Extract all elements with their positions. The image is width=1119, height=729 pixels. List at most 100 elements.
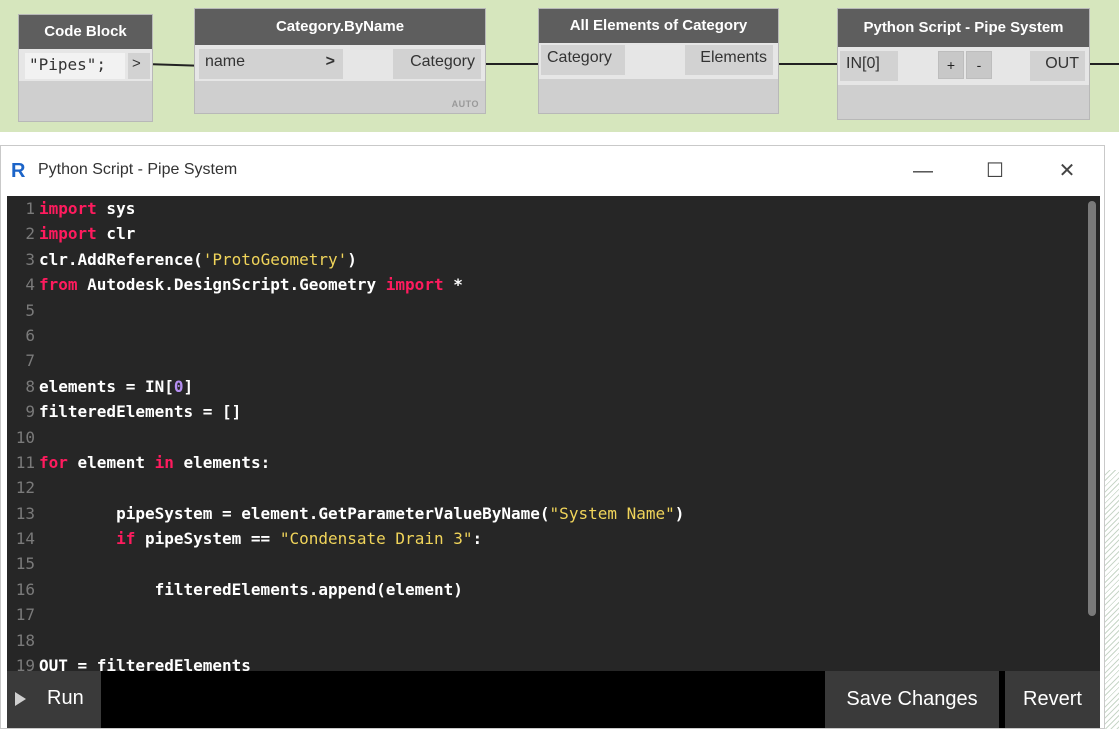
- code-text: filteredElements = []: [39, 399, 241, 424]
- window-title: Python Script - Pipe System: [38, 161, 238, 178]
- code-line[interactable]: 14 if pipeSystem == "Condensate Drain 3"…: [7, 526, 1100, 551]
- code-block-node[interactable]: Code Block "Pipes"; >: [18, 14, 153, 122]
- window-titlebar[interactable]: R Python Script - Pipe System — ☐ ✕: [1, 146, 1104, 196]
- vertical-scrollbar[interactable]: [1088, 201, 1096, 616]
- code-line[interactable]: 1 import sys: [7, 196, 1100, 221]
- maximize-icon[interactable]: ☐: [975, 154, 1015, 188]
- code-token: ]: [183, 376, 194, 396]
- code-token: sys: [96, 199, 136, 218]
- code-line[interactable]: 17: [7, 602, 1100, 627]
- python-editor-window[interactable]: R Python Script - Pipe System — ☐ ✕ 1 imp…: [0, 145, 1105, 729]
- code-text: OUT = filteredElements: [39, 653, 251, 671]
- node-title: Python Script - Pipe System: [838, 9, 1089, 47]
- minimize-icon[interactable]: —: [903, 154, 943, 188]
- code-line[interactable]: 12: [7, 475, 1100, 500]
- in0-input-port[interactable]: IN[0]: [840, 51, 898, 81]
- editor-toolbar: Run Save Changes Revert: [7, 671, 1100, 728]
- line-number: 16: [15, 579, 35, 599]
- line-number: 2: [25, 224, 35, 244]
- code-line[interactable]: 5: [7, 298, 1100, 323]
- all-elements-of-category-node[interactable]: All Elements of Category Category Elemen…: [538, 8, 779, 114]
- category-output-port[interactable]: Category: [393, 49, 481, 79]
- elements-output-port[interactable]: Elements: [685, 45, 773, 75]
- code-editor[interactable]: 1 import sys 2 import clr 3 clr.AddReference(…: [7, 196, 1100, 671]
- code-text: for element in elements:: [39, 450, 270, 475]
- code-token: ): [674, 503, 685, 523]
- name-input-port[interactable]: name >: [199, 49, 343, 79]
- code-line[interactable]: 16 filteredElements.append(element): [7, 577, 1100, 602]
- code-line[interactable]: 9 filteredElements = []: [7, 399, 1100, 424]
- save-changes-button[interactable]: Save Changes: [825, 671, 999, 728]
- line-number: 11: [15, 452, 35, 472]
- background-mesh: [1105, 470, 1119, 729]
- code-text: filteredElements.append(element): [39, 577, 463, 602]
- port-label: name: [205, 53, 246, 70]
- code-lines: 1 import sys 2 import clr 3 clr.AddReference(…: [7, 196, 1100, 671]
- code-block-text[interactable]: "Pipes";: [25, 53, 125, 79]
- wire-codeblock-to-category: [152, 63, 200, 67]
- code-token: in: [154, 452, 174, 472]
- code-token: OUT = filteredElements: [39, 656, 251, 671]
- run-label: Run: [47, 687, 84, 709]
- node-footer: [838, 85, 1089, 119]
- out-output-port[interactable]: OUT: [1030, 51, 1085, 81]
- code-line[interactable]: 2 import clr: [7, 221, 1100, 246]
- code-text: from Autodesk.DesignScript.Geometry impo…: [39, 272, 463, 297]
- play-icon: [15, 692, 26, 706]
- code-text: elements = IN[0]: [39, 374, 193, 399]
- code-token: pipeSystem ==: [135, 529, 280, 549]
- code-token: elements:: [173, 452, 271, 472]
- code-line[interactable]: 11 for element in elements:: [7, 450, 1100, 475]
- code-token: filteredElements = []: [39, 402, 242, 422]
- line-number: 14: [15, 529, 35, 549]
- code-token: elements = IN[: [39, 376, 174, 396]
- code-text: import sys: [39, 196, 135, 221]
- wire-elements-to-python: [777, 63, 839, 65]
- code-line[interactable]: 8 elements = IN[0]: [7, 374, 1100, 399]
- revit-app-icon: R: [11, 160, 26, 182]
- code-token: "System Name": [549, 503, 675, 523]
- code-line[interactable]: 3 clr.AddReference('ProtoGeometry'): [7, 247, 1100, 272]
- code-line[interactable]: 13 pipeSystem = element.GetParameterValu…: [7, 501, 1100, 526]
- code-token: import: [385, 275, 444, 295]
- category-input-port[interactable]: Category: [541, 45, 625, 75]
- node-footer: [19, 81, 152, 121]
- line-number: 7: [25, 351, 35, 371]
- line-number: 4: [25, 275, 35, 295]
- node-footer: [539, 79, 778, 113]
- code-token: if: [116, 529, 136, 549]
- chevron-right-icon: >: [325, 53, 335, 70]
- code-line[interactable]: 18: [7, 628, 1100, 653]
- line-number: 9: [25, 402, 35, 422]
- code-line[interactable]: 10: [7, 425, 1100, 450]
- code-token: from: [39, 275, 78, 295]
- code-token: filteredElements.append(element): [39, 579, 463, 599]
- code-token: clr.AddReference(: [39, 249, 203, 269]
- code-block-output-port[interactable]: >: [128, 53, 150, 79]
- code-token: import: [39, 224, 97, 244]
- code-line[interactable]: 7: [7, 348, 1100, 373]
- line-number: 10: [15, 427, 35, 447]
- code-line[interactable]: 4 from Autodesk.DesignScript.Geometry imp…: [7, 272, 1100, 297]
- node-title: Category.ByName: [195, 9, 485, 45]
- lacing-label[interactable]: AUTO: [452, 99, 479, 109]
- line-number: 5: [25, 300, 35, 320]
- line-number: 8: [25, 376, 35, 396]
- code-token: for: [39, 452, 68, 472]
- code-token: 'ProtoGeometry': [202, 249, 348, 269]
- run-button[interactable]: Run: [7, 671, 101, 728]
- revert-button[interactable]: Revert: [1005, 671, 1100, 728]
- close-icon[interactable]: ✕: [1047, 154, 1087, 188]
- dynamo-canvas[interactable]: Code Block "Pipes"; > Category.ByName na…: [0, 0, 1119, 132]
- category-byname-node[interactable]: Category.ByName name > Category AUTO: [194, 8, 486, 114]
- code-line[interactable]: 15: [7, 551, 1100, 576]
- remove-input-button[interactable]: -: [966, 51, 992, 79]
- code-line[interactable]: 6: [7, 323, 1100, 348]
- node-title: All Elements of Category: [539, 9, 778, 43]
- python-script-node[interactable]: Python Script - Pipe System IN[0] + - OU…: [837, 8, 1090, 120]
- code-token: ): [347, 249, 357, 269]
- add-input-button[interactable]: +: [938, 51, 964, 79]
- line-number: 12: [15, 478, 35, 498]
- code-line[interactable]: 19 OUT = filteredElements: [7, 653, 1100, 671]
